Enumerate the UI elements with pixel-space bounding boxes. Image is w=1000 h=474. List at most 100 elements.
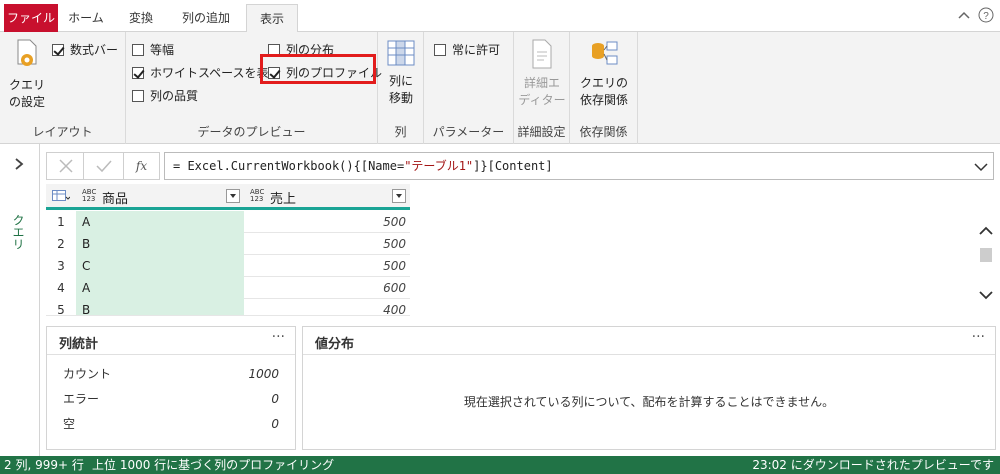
group-advanced: 詳細エ ディター 詳細設定 xyxy=(514,32,570,144)
query-dependencies-label-2: 依存関係 xyxy=(579,93,628,107)
go-to-column-label-2: 移動 xyxy=(388,91,413,105)
column-statistics-panel: 列統計 ··· カウント 1000 エラー 0 空 0 xyxy=(46,326,296,450)
tab-view[interactable]: 表示 xyxy=(246,4,298,33)
scroll-up-icon[interactable] xyxy=(976,224,996,238)
advanced-editor-label-2: ディター xyxy=(518,93,566,107)
row-number: 5 xyxy=(46,299,76,315)
cell-product[interactable]: B xyxy=(76,233,244,255)
cell-sales[interactable]: 500 xyxy=(244,233,410,255)
panel-title: 値分布 xyxy=(315,337,355,352)
stat-error-label: エラー xyxy=(63,392,100,406)
help-icon[interactable]: ? xyxy=(978,7,994,26)
cell-product[interactable]: B xyxy=(76,299,244,315)
whitespace-toggle[interactable]: ホワイトスペースを表示 xyxy=(132,64,281,81)
queries-pane-label[interactable]: クエリ xyxy=(10,214,27,250)
commit-formula-button[interactable] xyxy=(84,152,124,180)
group-layout: クエリ の設定 数式バー レイアウト xyxy=(0,32,126,144)
scroll-thumb[interactable] xyxy=(980,248,992,262)
formula-bar-checkbox[interactable] xyxy=(52,43,64,56)
distribution-message: 現在選択されている列について、配布を計算することはできません。 xyxy=(463,395,835,409)
svg-text:?: ? xyxy=(983,11,989,22)
cancel-formula-button[interactable] xyxy=(46,152,84,180)
group-dependencies: クエリの 依存関係 依存関係 xyxy=(570,32,638,144)
insert-function-button[interactable]: fx xyxy=(124,152,160,180)
column-header-label: 売上 xyxy=(270,192,297,207)
column-quality-toggle[interactable]: 列の品質 xyxy=(132,87,198,104)
query-settings-button[interactable]: クエリ の設定 xyxy=(4,38,50,111)
group-dependencies-label: 依存関係 xyxy=(579,125,628,139)
always-allow-checkbox[interactable] xyxy=(434,43,446,56)
cell-product[interactable]: C xyxy=(76,255,244,277)
go-to-column-button[interactable]: 列に 移動 xyxy=(382,38,420,107)
group-layout-label: レイアウト xyxy=(32,125,93,139)
column-header-product[interactable]: ABC 123 商品 xyxy=(76,184,244,210)
always-allow-toggle[interactable]: 常に許可 xyxy=(434,41,500,58)
stat-count-label: カウント xyxy=(63,367,112,381)
column-quality-label: 列の品質 xyxy=(150,89,199,103)
formula-prefix: = Excel.CurrentWorkbook(){[Name= xyxy=(173,159,405,173)
query-dependencies-button[interactable]: クエリの 依存関係 xyxy=(574,38,634,109)
stat-empty-value: 0 xyxy=(271,417,279,431)
expand-pane-icon[interactable] xyxy=(14,158,24,173)
formula-input[interactable]: = Excel.CurrentWorkbook(){[Name="テーブル1"]… xyxy=(164,152,994,180)
grid-scrollbar[interactable] xyxy=(976,222,996,308)
formula-bar-toggle[interactable]: 数式バー xyxy=(52,41,118,58)
row-number: 2 xyxy=(46,233,76,255)
group-parameters-label: パラメーター xyxy=(432,125,505,139)
status-profiling-mode[interactable]: 上位 1000 行に基づく列のプロファイリング xyxy=(92,456,334,474)
whitespace-checkbox[interactable] xyxy=(132,66,144,79)
cell-sales[interactable]: 500 xyxy=(244,255,410,277)
panel-header: 列統計 ··· xyxy=(47,327,295,355)
group-column: 列に 移動 列 xyxy=(378,32,424,144)
group-parameters: 常に許可 パラメーター xyxy=(424,32,514,144)
tab-file[interactable]: ファイル xyxy=(4,4,58,32)
always-allow-label: 常に許可 xyxy=(452,43,501,57)
value-distribution-panel: 値分布 ··· 現在選択されている列について、配布を計算することはできません。 xyxy=(302,326,996,450)
column-header-label: 商品 xyxy=(102,192,129,207)
group-advanced-label: 詳細設定 xyxy=(517,125,566,139)
ribbon: クエリ の設定 数式バー レイアウト 等幅 ホワイトスペースを表示 列の品質 列… xyxy=(0,32,1000,144)
table-row[interactable]: 5 B 400 xyxy=(46,299,410,316)
monospace-label: 等幅 xyxy=(150,43,175,57)
query-settings-label-2: の設定 xyxy=(8,95,45,109)
cell-product[interactable]: A xyxy=(76,277,244,299)
tab-add-column[interactable]: 列の追加 xyxy=(170,4,242,32)
formula-bar: fx = Excel.CurrentWorkbook(){[Name="テーブル… xyxy=(46,152,994,180)
table-row[interactable]: 2 B 500 xyxy=(46,233,410,255)
advanced-editor-icon xyxy=(532,39,552,69)
tab-transform[interactable]: 変換 xyxy=(118,4,164,32)
more-options-icon[interactable]: ··· xyxy=(972,329,985,345)
monospace-checkbox[interactable] xyxy=(132,43,144,56)
advanced-editor-label: 詳細エ xyxy=(523,76,560,90)
stat-empty-label: 空 xyxy=(63,417,76,431)
more-options-icon[interactable]: ··· xyxy=(272,329,285,345)
type-any-icon: ABC 123 xyxy=(82,188,97,203)
cell-sales[interactable]: 500 xyxy=(244,211,410,233)
table-icon xyxy=(52,190,70,201)
filter-dropdown-icon[interactable] xyxy=(392,189,406,203)
close-icon xyxy=(59,159,73,173)
cell-product[interactable]: A xyxy=(76,211,244,233)
query-settings-label: クエリ xyxy=(8,78,45,92)
formula-string: "テーブル1" xyxy=(404,159,474,173)
type-any-icon: ABC 123 xyxy=(250,188,265,203)
table-row[interactable]: 4 A 600 xyxy=(46,277,410,299)
row-number: 4 xyxy=(46,277,76,299)
table-menu-header[interactable] xyxy=(46,184,76,210)
expand-formula-icon[interactable] xyxy=(974,161,988,175)
collapse-ribbon-icon[interactable] xyxy=(958,9,970,23)
go-to-column-label: 列に xyxy=(388,74,413,88)
group-data-preview-label: データのプレビュー xyxy=(197,125,306,139)
filter-dropdown-icon[interactable] xyxy=(226,189,240,203)
tab-home[interactable]: ホーム xyxy=(62,4,110,32)
cell-sales[interactable]: 400 xyxy=(244,299,410,315)
column-quality-checkbox[interactable] xyxy=(132,89,144,102)
advanced-editor-button[interactable]: 詳細エ ディター xyxy=(518,38,566,109)
table-row[interactable]: 1 A 500 xyxy=(46,211,410,233)
stat-count-value: 1000 xyxy=(248,367,279,381)
scroll-down-icon[interactable] xyxy=(976,288,996,302)
cell-sales[interactable]: 600 xyxy=(244,277,410,299)
table-row[interactable]: 3 C 500 xyxy=(46,255,410,277)
column-header-sales[interactable]: ABC 123 売上 xyxy=(244,184,410,210)
monospace-toggle[interactable]: 等幅 xyxy=(132,41,174,58)
